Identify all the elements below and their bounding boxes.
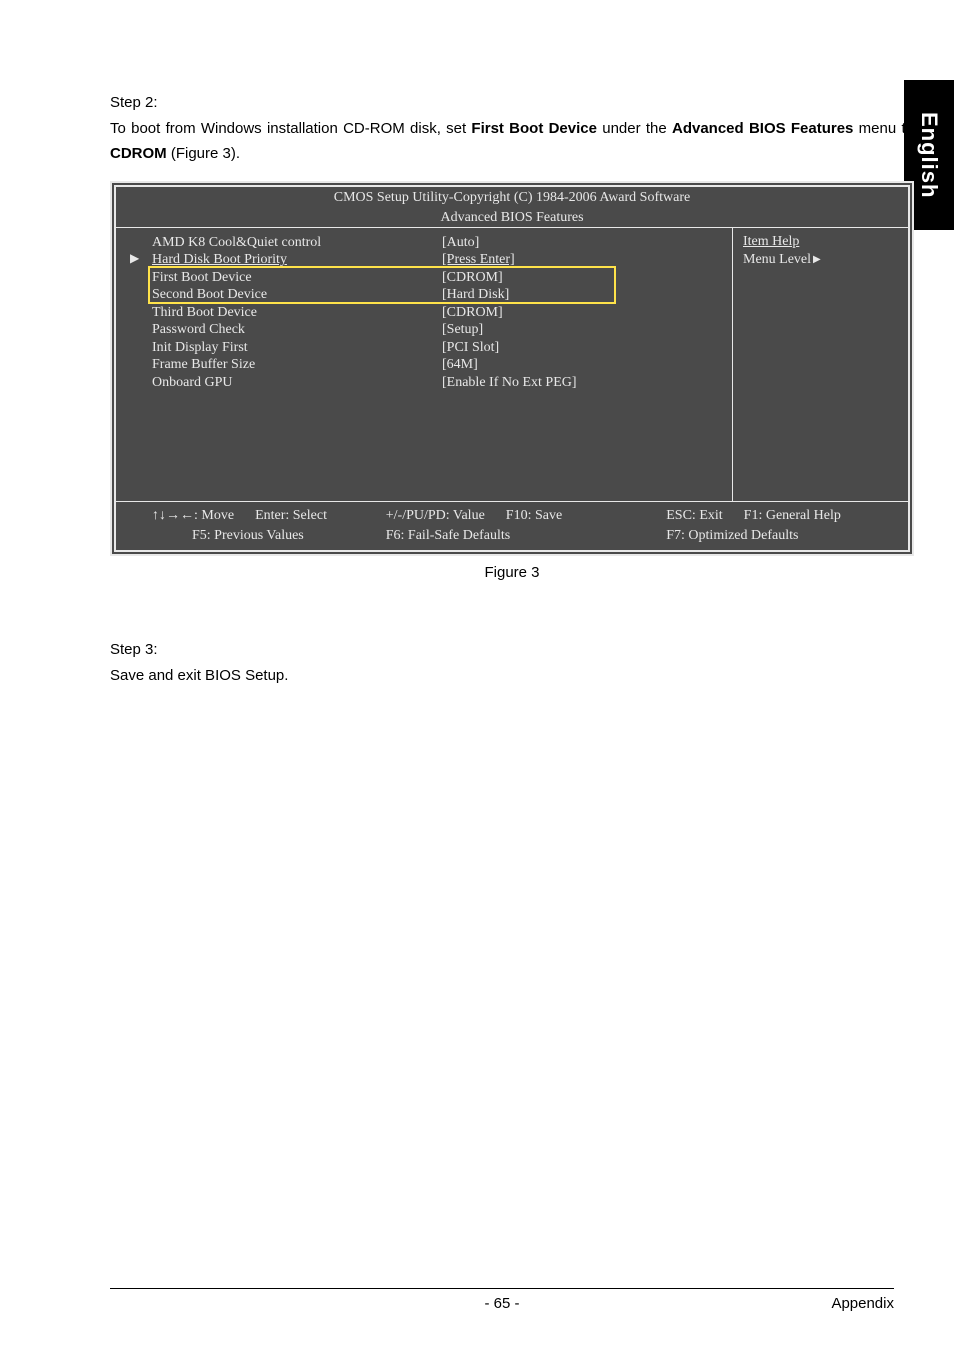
- side-tab-label: English: [916, 112, 942, 198]
- step2-body: To boot from Windows installation CD-ROM…: [110, 116, 914, 167]
- footer-esc: ESC: Exit: [666, 508, 722, 523]
- footer-cell: ↑↓→←: Move Enter: Select: [152, 507, 386, 525]
- bios-value: [CDROM]: [442, 269, 724, 287]
- step2-bold3: CDROM: [110, 145, 167, 162]
- bios-footer: ↑↓→←: Move Enter: Select +/-/PU/PD: Valu…: [116, 502, 908, 550]
- figure-caption: Figure 3: [110, 564, 914, 581]
- footer-move: ↑↓→←: Move: [152, 508, 234, 523]
- step3-heading: Step 3:: [110, 637, 914, 663]
- bios-row[interactable]: Third Boot Device [CDROM]: [152, 304, 724, 322]
- footer-f1: F1: General Help: [744, 508, 841, 523]
- bios-value: [Setup]: [442, 321, 724, 339]
- bios-row[interactable]: Second Boot Device [Hard Disk]: [152, 286, 724, 304]
- footer-f6: F6: Fail-Safe Defaults: [386, 528, 510, 543]
- step3-body: Save and exit BIOS Setup.: [110, 663, 914, 689]
- step2-block: Step 2: To boot from Windows installatio…: [110, 90, 914, 167]
- bios-right: Item Help Menu Level: [733, 228, 908, 502]
- page-footer: - 65 - Appendix: [110, 1288, 894, 1312]
- footer-f7: F7: Optimized Defaults: [666, 528, 798, 543]
- bios-value: [PCI Slot]: [442, 339, 724, 357]
- footer-cell: +/-/PU/PD: Value F10: Save: [386, 507, 667, 525]
- step3-block: Step 3: Save and exit BIOS Setup.: [110, 637, 914, 688]
- footer-cell: F7: Optimized Defaults: [666, 527, 900, 545]
- bios-left: AMD K8 Cool&Quiet control [Auto] ▶ Hard …: [116, 228, 733, 502]
- bios-right-level: Menu Level: [743, 252, 898, 268]
- bios-label: Frame Buffer Size: [152, 356, 442, 374]
- bios-label: Password Check: [152, 321, 442, 339]
- bios-value: [Enable If No Ext PEG]: [442, 374, 724, 392]
- bios-body: AMD K8 Cool&Quiet control [Auto] ▶ Hard …: [116, 227, 908, 503]
- step2-bold2: Advanced BIOS Features: [672, 120, 853, 137]
- bios-label: Onboard GPU: [152, 374, 442, 392]
- bios-value: [Auto]: [442, 234, 724, 252]
- footer-cell: F6: Fail-Safe Defaults: [386, 527, 667, 545]
- footer-section: Appendix: [831, 1295, 894, 1312]
- bios-right-title: Item Help: [743, 234, 898, 250]
- footer-enter: Enter: Select: [255, 508, 327, 523]
- bios-row[interactable]: Password Check [Setup]: [152, 321, 724, 339]
- bios-label: Hard Disk Boot Priority: [152, 251, 442, 269]
- bios-label: Init Display First: [152, 339, 442, 357]
- footer-cell: F5: Previous Values: [152, 527, 386, 545]
- bios-title2: Advanced BIOS Features: [116, 207, 908, 227]
- bios-value: [Hard Disk]: [442, 286, 724, 304]
- footer-cell: ESC: Exit F1: General Help: [666, 507, 900, 525]
- triangle-right-icon: ▶: [130, 251, 139, 266]
- bios-value: [64M]: [442, 356, 724, 374]
- bios-row[interactable]: ▶ Hard Disk Boot Priority [Press Enter]: [152, 251, 724, 269]
- bios-panel: CMOS Setup Utility-Copyright (C) 1984-20…: [110, 181, 914, 557]
- bios-row[interactable]: Frame Buffer Size [64M]: [152, 356, 724, 374]
- footer-f10: F10: Save: [506, 508, 562, 523]
- step2-bold1: First Boot Device: [471, 120, 597, 137]
- step2-pre: To boot from Windows installation CD-ROM…: [110, 120, 471, 137]
- footer-value: +/-/PU/PD: Value: [386, 508, 485, 523]
- bios-value: [CDROM]: [442, 304, 724, 322]
- bios-label: First Boot Device: [152, 269, 442, 287]
- step2-tail: (Figure 3).: [167, 145, 240, 162]
- step2-heading: Step 2:: [110, 90, 914, 116]
- bios-label: Second Boot Device: [152, 286, 442, 304]
- bios-row[interactable]: Init Display First [PCI Slot]: [152, 339, 724, 357]
- footer-f5: F5: Previous Values: [192, 528, 304, 543]
- bios-label: AMD K8 Cool&Quiet control: [152, 234, 442, 252]
- bios-row[interactable]: AMD K8 Cool&Quiet control [Auto]: [152, 234, 724, 252]
- page-content: Step 2: To boot from Windows installatio…: [0, 0, 954, 688]
- bios-value: [Press Enter]: [442, 251, 724, 269]
- bios-row[interactable]: Onboard GPU [Enable If No Ext PEG]: [152, 374, 724, 392]
- bios-row[interactable]: First Boot Device [CDROM]: [152, 269, 724, 287]
- step2-mid1: under the: [597, 120, 672, 137]
- bios-label: Third Boot Device: [152, 304, 442, 322]
- bios-title1: CMOS Setup Utility-Copyright (C) 1984-20…: [116, 187, 908, 207]
- page-number: - 65 -: [484, 1295, 519, 1312]
